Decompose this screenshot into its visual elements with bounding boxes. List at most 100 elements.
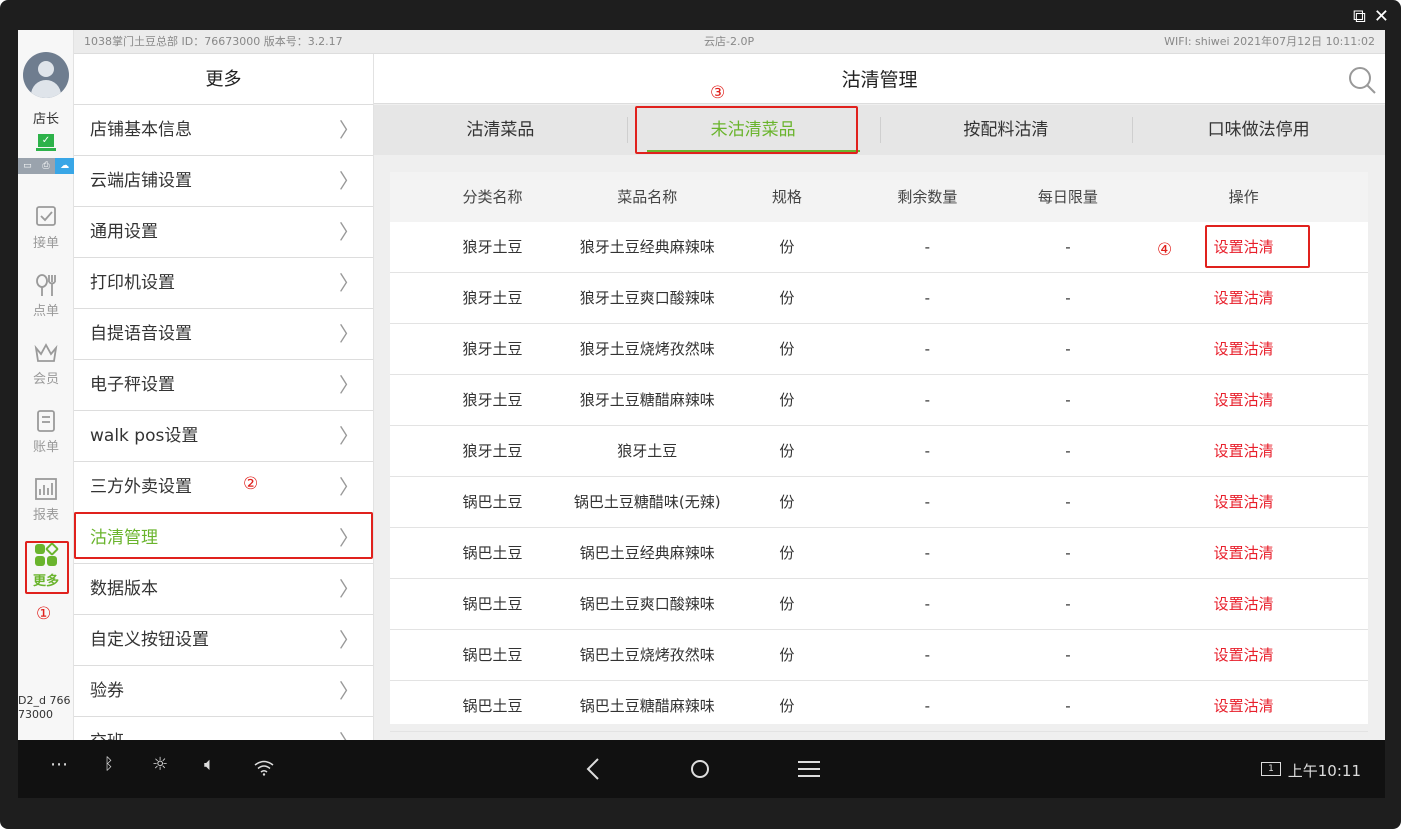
menu-item-label: 自提语音设置 [90,324,192,344]
set-sold-out-button[interactable]: 设置沽清 [1214,442,1274,460]
menu-item-label: 交班 [90,732,124,740]
rail-item-label: 接单 [32,236,59,251]
tab-bar: 沽清菜品 未沽清菜品 按配料沽清 口味做法停用 [374,105,1385,155]
device-status-bar: ▭ ⎙ ☁ [18,158,75,174]
cell-name: 狼牙土豆经典麻辣味 [579,237,715,256]
page-title: 沽清管理 [841,69,918,91]
set-sold-out-button[interactable]: 设置沽清 [1214,391,1274,409]
cell-spec: 份 [779,339,795,358]
screen-icon[interactable]: 1 [1261,762,1281,776]
menu-item[interactable]: 自定义按钮设置 〉 [74,615,373,666]
rail-item[interactable]: 点单 [18,272,74,328]
online-status-icon: ✓ [38,134,54,147]
cell-spec: 份 [779,492,795,511]
column-header: 每日限量 [1037,187,1098,206]
tab[interactable]: 沽清菜品 [374,105,627,155]
rail-item[interactable]: 会员 [18,340,74,396]
chevron-right-icon: 〉 [339,475,359,499]
cell-rem: - [924,492,931,511]
menu-item[interactable]: 打印机设置 〉 [74,258,373,309]
menu-item[interactable]: 自提语音设置 〉 [74,309,373,360]
cell-lim: - [1065,390,1071,409]
wifi-icon[interactable] [254,760,274,776]
cell-lim: - [1065,441,1071,460]
volume-icon[interactable]: 🔈︎ [204,754,215,775]
menu-title: 更多 [74,54,373,105]
rail-item[interactable]: 报表 [18,476,74,532]
chevron-right-icon: 〉 [339,322,359,346]
left-rail: 店长 ✓ ▭ ⎙ ☁ 接单 点单 会员 账单 报表 更多 D2_d 76673000 [18,30,75,740]
menu-item[interactable]: 沽清管理 〉 [74,513,373,564]
cell-name: 狼牙土豆 [617,441,678,460]
main-panel: 沽清管理 沽清菜品 未沽清菜品 按配料沽清 口味做法停用 分类名称 菜品名称 规格 剩余数量… [374,54,1385,740]
back-icon[interactable] [586,758,600,780]
brightness-icon[interactable]: ☼ [152,754,168,775]
cell-lim: - [1065,237,1071,256]
rail-item-label: 会员 [32,372,59,387]
cell-name: 锅巴土豆糖醋味(无辣) [573,492,721,511]
tab[interactable]: 口味做法停用 [1132,105,1385,155]
cell-spec: 份 [779,288,795,307]
table-row: 狼牙土豆 狼牙土豆 份 - - 设置沽清 [390,426,1368,477]
set-sold-out-button[interactable]: 设置沽清 [1214,289,1274,307]
app-name: 云店-2.0P [704,35,755,48]
search-icon[interactable] [1347,65,1377,95]
cell-action: 设置沽清 [1119,340,1368,358]
tab[interactable]: 未沽清菜品 [626,105,880,155]
set-sold-out-button[interactable]: 设置沽清 [1214,697,1274,715]
cell-lim: - [1065,492,1071,511]
rail-item-label: 点单 [32,304,59,319]
avatar[interactable] [23,52,69,98]
rail-item[interactable]: 更多 [18,542,74,598]
rail-item[interactable]: 接单 [18,204,74,260]
bluetooth-icon[interactable]: ᛒ [104,754,114,773]
rail-item[interactable]: 账单 [18,408,74,464]
set-sold-out-button[interactable]: 设置沽清 [1214,238,1274,256]
annotation-4: ④ [1157,240,1173,260]
menu-item-label: 沽清管理 [90,528,158,548]
set-sold-out-button[interactable]: 设置沽清 [1214,340,1274,358]
set-sold-out-button[interactable]: 设置沽清 [1214,544,1274,562]
external-link-icon[interactable]: ⧉ [1353,6,1366,28]
cell-rem: - [924,390,931,409]
cell-name: 狼牙土豆糖醋麻辣味 [579,390,715,409]
report-chart-icon [33,476,59,502]
table-row: 狼牙土豆 狼牙土豆爽口酸辣味 份 - - 设置沽清 [390,273,1368,324]
menu-item[interactable]: walk pos设置 〉 [74,411,373,462]
more-dots-icon[interactable]: ⋯ [50,754,68,775]
chevron-right-icon: 〉 [339,628,359,652]
cell-spec: 份 [779,543,795,562]
menu-item[interactable]: 云端店铺设置 〉 [74,156,373,207]
rail-item-label: 账单 [32,440,59,455]
cell-action: 设置沽清 [1119,646,1368,664]
close-icon[interactable]: ✕ [1374,6,1389,28]
cell-spec: 份 [779,441,795,460]
set-sold-out-button[interactable]: 设置沽清 [1214,646,1274,664]
menu-icon[interactable] [798,760,820,778]
menu-item-label: 验券 [90,681,124,701]
menu-item[interactable]: 店铺基本信息 〉 [74,105,373,156]
order-receive-icon [33,204,59,230]
set-sold-out-button[interactable]: 设置沽清 [1214,595,1274,613]
menu-item-label: 自定义按钮设置 [90,630,209,650]
cell-lim: - [1065,594,1071,613]
cell-spec: 份 [779,645,795,664]
menu-item[interactable]: 数据版本 〉 [74,564,373,615]
menu-item[interactable]: 通用设置 〉 [74,207,373,258]
cell-cat: 狼牙土豆 [462,441,523,460]
cell-action: 设置沽清 [1119,697,1368,715]
menu-item[interactable]: 验券 〉 [74,666,373,717]
status-bar: 1038掌门土豆总部 ID：76673000 版本号：3.2.17 云店-2.0… [74,30,1385,54]
menu-item[interactable]: 交班 〉 [74,717,373,740]
set-sold-out-button[interactable]: 设置沽清 [1214,493,1274,511]
cell-cat: 锅巴土豆 [462,645,523,664]
system-navbar: ⋯ ᛒ ☼ 🔈︎ 1 上午10:11 [18,740,1385,798]
column-header: 剩余数量 [897,187,958,206]
home-icon[interactable] [690,759,710,779]
menu-item-label: 电子秤设置 [90,375,175,395]
tab[interactable]: 按配料沽清 [879,105,1133,155]
cell-cat: 狼牙土豆 [462,339,523,358]
menu-item[interactable]: 电子秤设置 〉 [74,360,373,411]
cell-action: 设置沽清 [1119,442,1368,460]
menu-item[interactable]: 三方外卖设置 〉 [74,462,373,513]
